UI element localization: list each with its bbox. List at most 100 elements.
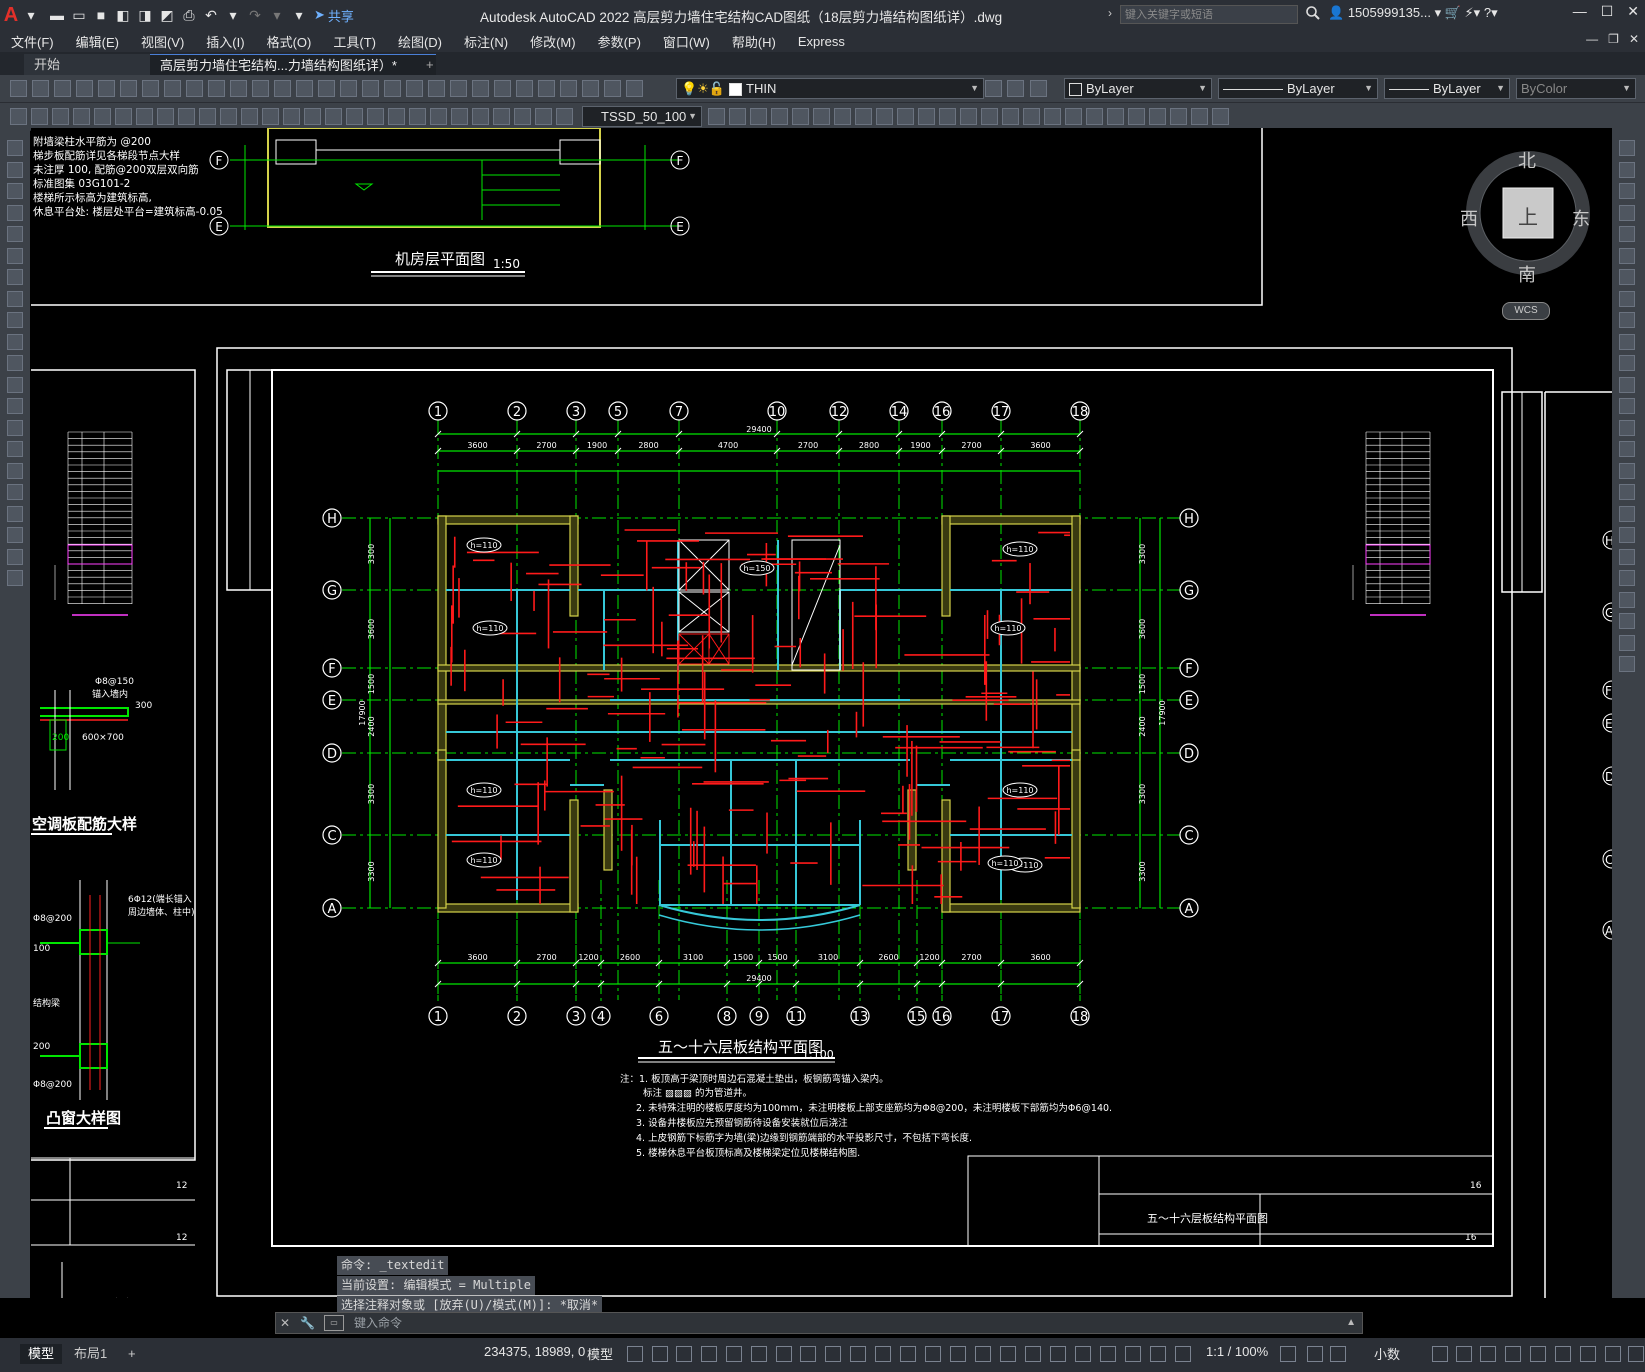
side-tool-icon[interactable] xyxy=(1619,247,1635,264)
toolbar-tool-icon[interactable] xyxy=(346,108,363,125)
side-tool-icon[interactable] xyxy=(1619,613,1635,629)
status-toggle-icon[interactable] xyxy=(1150,1346,1166,1362)
command-expand-icon[interactable]: ▲ xyxy=(1346,1313,1356,1333)
status-toggle-icon[interactable] xyxy=(1175,1346,1191,1362)
toolbar-tool-icon[interactable] xyxy=(208,80,225,97)
toolbar-tool-icon[interactable] xyxy=(939,108,956,125)
side-tool-icon[interactable] xyxy=(1619,505,1635,522)
status-toggle-icon[interactable] xyxy=(1075,1346,1091,1362)
status-toggle-icon[interactable] xyxy=(825,1346,841,1362)
toolbar-tool-icon[interactable] xyxy=(136,108,153,125)
toolbar-tool-icon[interactable] xyxy=(186,80,203,97)
toolbar-tool-icon[interactable] xyxy=(384,80,401,97)
command-customize-icon[interactable]: 🔧 xyxy=(300,1313,315,1333)
side-tool-icon[interactable] xyxy=(7,204,23,221)
toolbar-tool-icon[interactable] xyxy=(514,108,531,125)
doc-minimize-icon[interactable]: — xyxy=(1586,32,1598,46)
toolbar-tool-icon[interactable] xyxy=(115,108,132,125)
minimize-icon[interactable]: — xyxy=(1573,3,1587,20)
status-toggle-icon[interactable] xyxy=(850,1346,866,1362)
toolbar-tool-icon[interactable] xyxy=(1086,108,1103,125)
toolbar-tool-icon[interactable] xyxy=(220,108,237,125)
side-tool-icon[interactable] xyxy=(1619,161,1635,178)
toolbar-tool-icon[interactable] xyxy=(252,80,269,97)
side-tool-icon[interactable] xyxy=(7,333,23,350)
recent-commands-icon[interactable]: ▭ xyxy=(324,1315,344,1331)
toolbar-tool-icon[interactable] xyxy=(10,108,27,125)
toolbar-tool-icon[interactable] xyxy=(325,108,342,125)
toolbar-tool-icon[interactable] xyxy=(556,108,573,125)
toolbar-tool-icon[interactable] xyxy=(142,80,159,97)
side-tool-icon[interactable] xyxy=(1619,333,1635,350)
status-toggle-icon[interactable] xyxy=(1432,1346,1448,1362)
toolbar-tool-icon[interactable] xyxy=(918,108,935,125)
side-tool-icon[interactable] xyxy=(7,548,23,565)
status-toggle-icon[interactable] xyxy=(1480,1346,1496,1362)
share-button[interactable]: ➤ 共享 xyxy=(314,6,354,25)
app-menu-chevron-icon[interactable]: ▾ xyxy=(22,6,40,24)
toolbar-tool-icon[interactable] xyxy=(340,80,357,97)
status-toggle-icon[interactable] xyxy=(652,1346,668,1362)
side-tool-icon[interactable] xyxy=(7,140,23,156)
toolbar-tool-icon[interactable] xyxy=(388,108,405,125)
side-tool-icon[interactable] xyxy=(1619,441,1635,457)
side-tool-icon[interactable] xyxy=(1619,226,1635,242)
status-toggle-icon[interactable] xyxy=(875,1346,891,1362)
status-toggle-icon[interactable] xyxy=(1050,1346,1066,1362)
toolbar-tool-icon[interactable] xyxy=(362,80,379,97)
toolbar-tool-icon[interactable] xyxy=(54,80,71,97)
toolbar-tool-icon[interactable] xyxy=(32,80,49,97)
side-tool-icon[interactable] xyxy=(1619,462,1635,479)
side-tool-icon[interactable] xyxy=(1619,355,1635,371)
side-tool-icon[interactable] xyxy=(7,570,23,586)
toolbar-tool-icon[interactable] xyxy=(1030,80,1047,97)
command-close-icon[interactable]: ✕ xyxy=(280,1313,290,1333)
coordinates-readout[interactable]: 234375, 18989, 0 xyxy=(484,1344,585,1359)
menu-item[interactable]: 插入(I) xyxy=(195,32,255,51)
toolbar-tool-icon[interactable] xyxy=(1107,108,1124,125)
side-tool-icon[interactable] xyxy=(1619,312,1635,328)
status-toggle-icon[interactable] xyxy=(1555,1346,1571,1362)
menu-item[interactable]: 绘图(D) xyxy=(387,32,453,51)
status-toggle-icon[interactable] xyxy=(1125,1346,1141,1362)
menu-item[interactable]: 工具(T) xyxy=(322,32,387,51)
cart-icon[interactable]: 🛒 xyxy=(1445,5,1461,20)
toolbar-tool-icon[interactable] xyxy=(428,80,445,97)
toolbar-tool-icon[interactable] xyxy=(876,108,893,125)
status-toggle-icon[interactable] xyxy=(1530,1346,1546,1362)
menu-item[interactable]: 参数(P) xyxy=(587,32,652,51)
status-toggle-icon[interactable] xyxy=(676,1346,692,1362)
toolbar-tool-icon[interactable] xyxy=(1002,108,1019,125)
model-tab[interactable]: 模型 xyxy=(20,1344,63,1364)
menu-item[interactable]: 窗口(W) xyxy=(652,32,721,51)
redo-icon[interactable]: ↷ xyxy=(246,6,264,24)
side-tool-icon[interactable] xyxy=(7,290,23,307)
toolbar-tool-icon[interactable] xyxy=(430,108,447,125)
user-account[interactable]: 👤 1505999135... ▾ 🛒 ⚡▾ ?▾ xyxy=(1328,5,1498,21)
toolbar-tool-icon[interactable] xyxy=(834,108,851,125)
viewcube-north[interactable]: 北 xyxy=(1518,147,1536,173)
expand-search-icon[interactable]: › xyxy=(1108,6,1112,20)
layer-dropdown[interactable]: 💡☀🔓 THIN ▼ xyxy=(676,78,984,99)
toolbar-tool-icon[interactable] xyxy=(897,108,914,125)
toolbar-tool-icon[interactable] xyxy=(516,80,533,97)
toolbar-tool-icon[interactable] xyxy=(318,80,335,97)
add-layout-button[interactable]: + xyxy=(120,1344,144,1364)
toolbar-tool-icon[interactable] xyxy=(52,108,69,125)
side-tool-icon[interactable] xyxy=(1619,570,1635,586)
toolbar-tool-icon[interactable] xyxy=(960,108,977,125)
toolbar-tool-icon[interactable] xyxy=(283,108,300,125)
side-tool-icon[interactable] xyxy=(7,161,23,178)
side-tool-icon[interactable] xyxy=(1619,140,1635,156)
toolbar-tool-icon[interactable] xyxy=(1007,80,1024,97)
redo-dropdown-icon[interactable]: ▾ xyxy=(268,6,286,24)
doc-restore-icon[interactable]: ❐ xyxy=(1608,32,1619,46)
status-toggle-icon[interactable] xyxy=(1307,1346,1323,1362)
command-input[interactable]: 键入命令 xyxy=(354,1313,402,1333)
toolbar-tool-icon[interactable] xyxy=(472,108,489,125)
search-input[interactable]: 键入关键字或短语 xyxy=(1120,5,1298,24)
toolbar-tool-icon[interactable] xyxy=(538,80,555,97)
side-tool-icon[interactable] xyxy=(7,355,23,371)
viewcube-top-face[interactable]: 上 xyxy=(1518,201,1538,230)
toolbar-tool-icon[interactable] xyxy=(472,80,489,97)
